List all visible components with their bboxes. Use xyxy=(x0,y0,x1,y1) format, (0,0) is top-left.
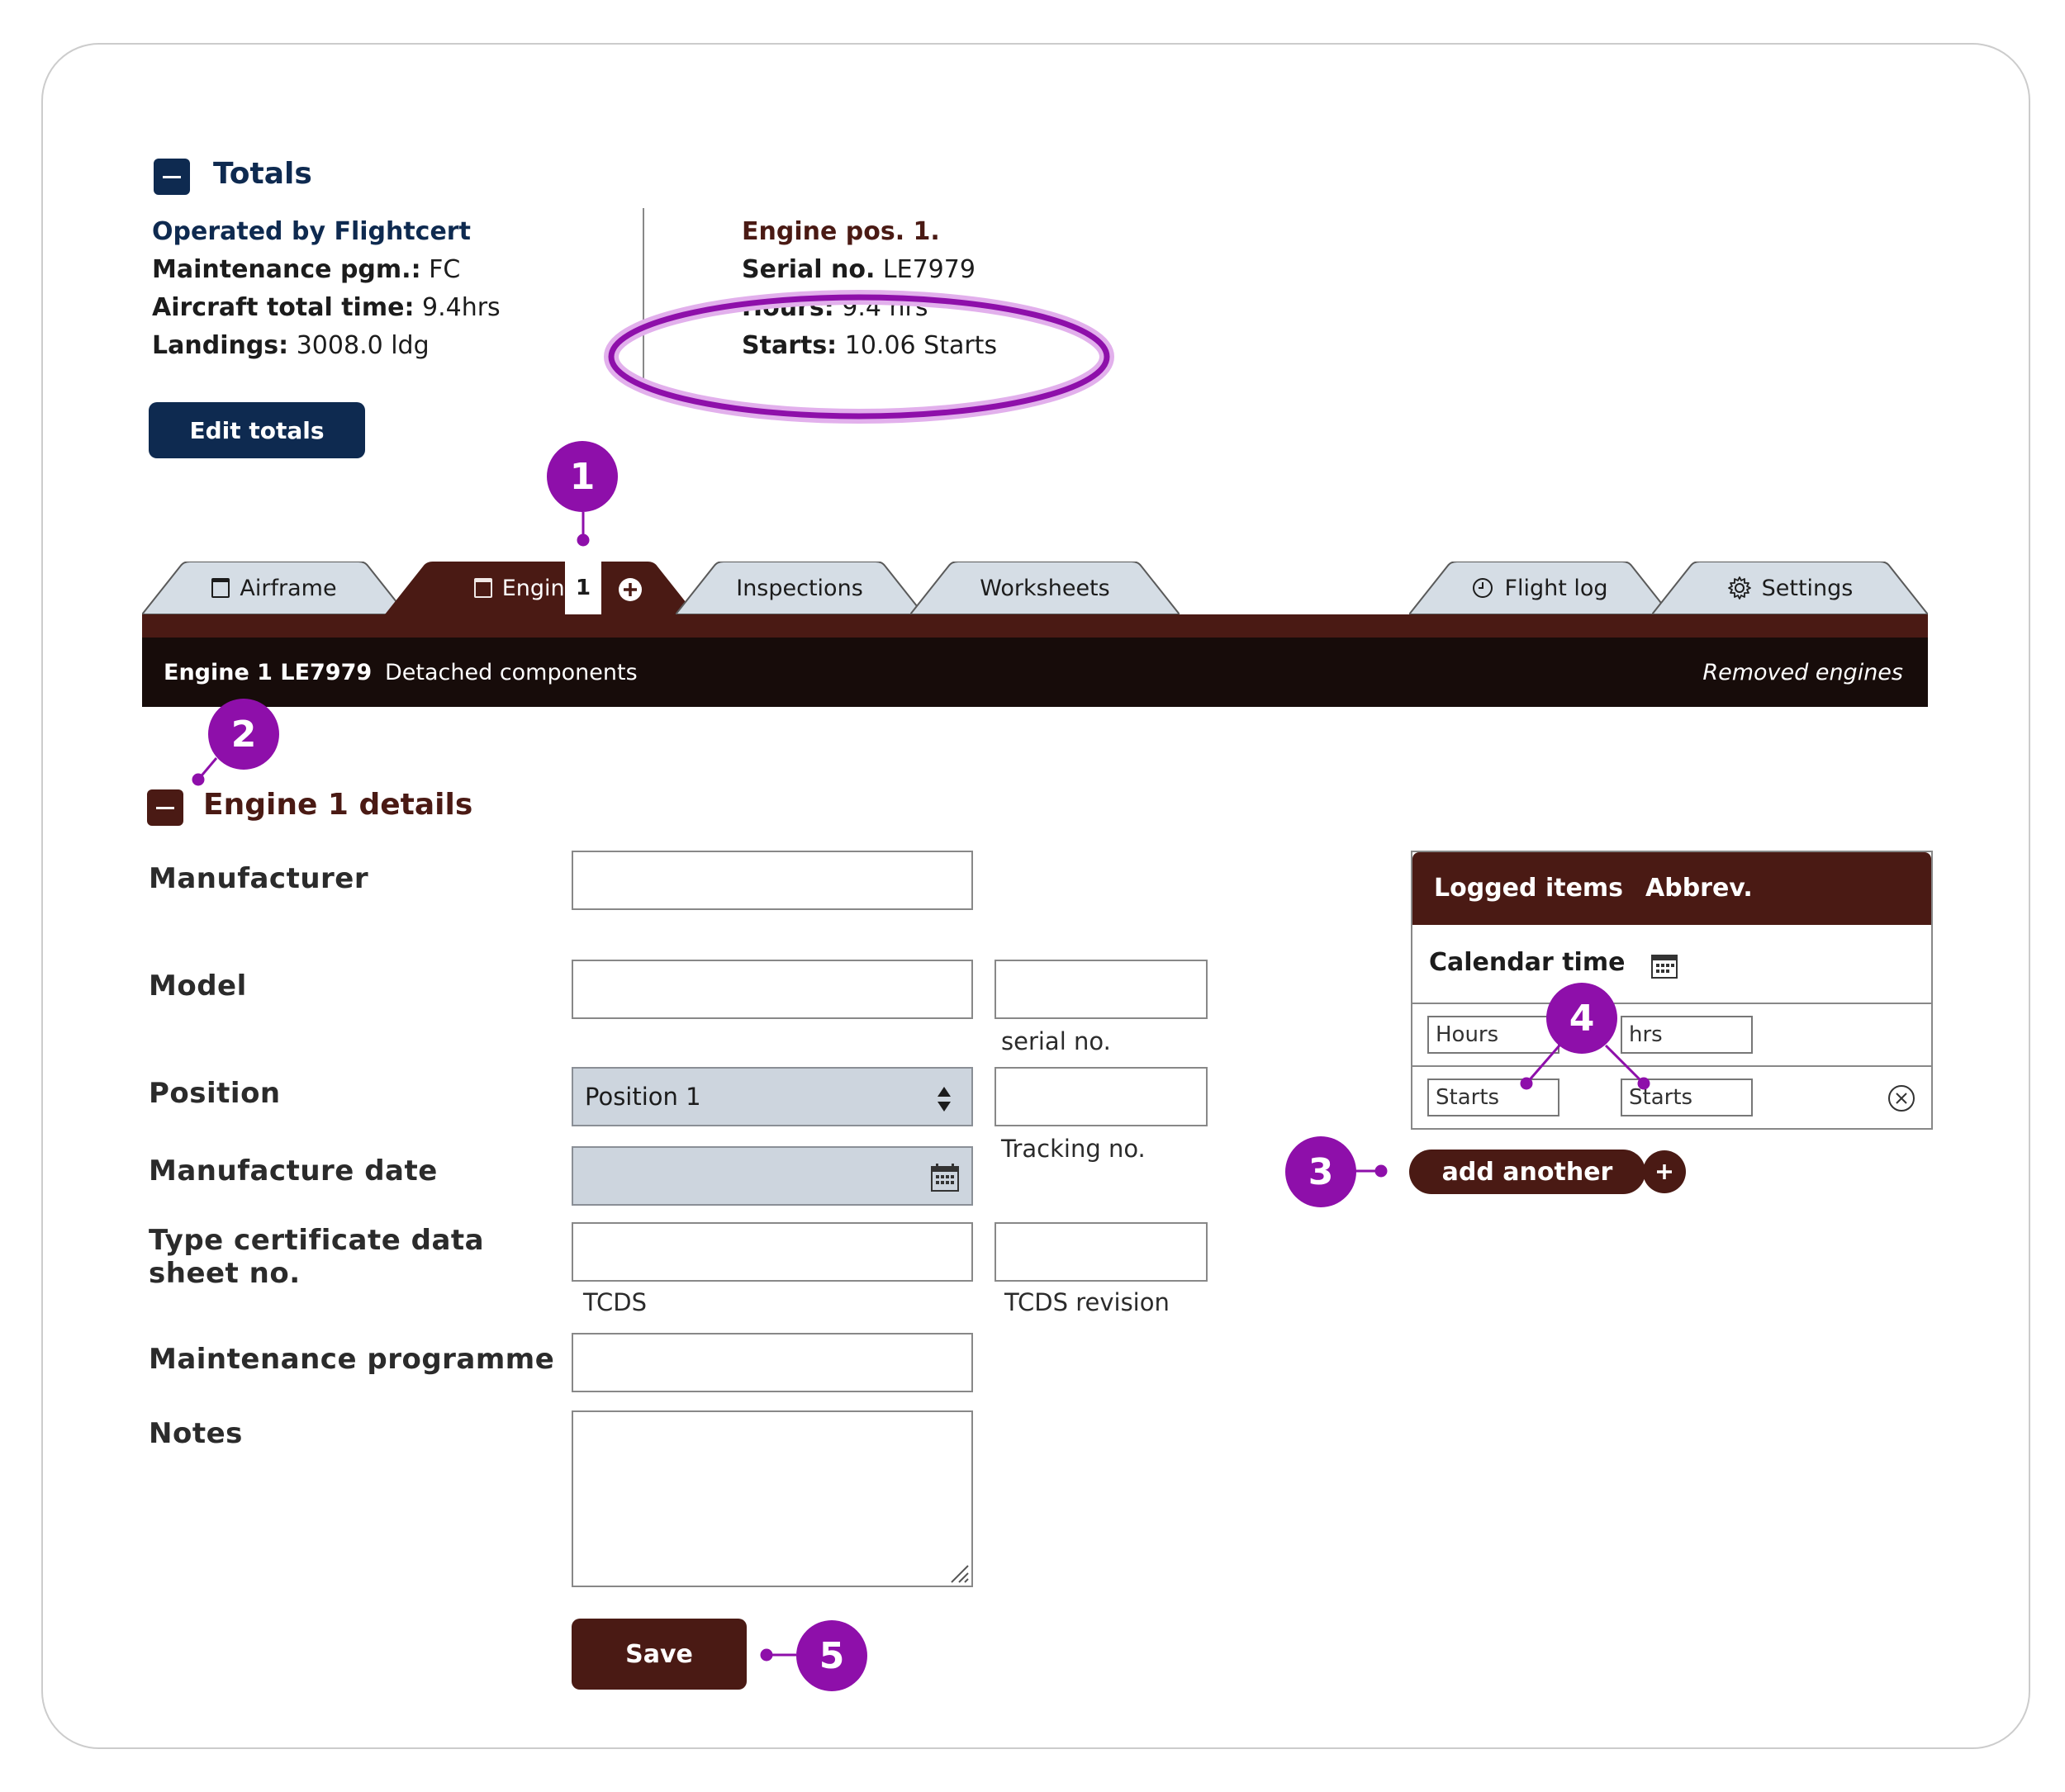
tab-flight-log-label: Flight log xyxy=(1504,575,1608,601)
tab-settings-label: Settings xyxy=(1761,575,1854,601)
tcds-revision-hint: TCDS revision xyxy=(1004,1288,1170,1316)
annotation-marker-4: 4 xyxy=(1546,983,1617,1054)
annotation-marker-2: 2 xyxy=(208,699,279,770)
tab-airframe-label: Airframe xyxy=(240,575,337,601)
resize-handle-icon[interactable] xyxy=(948,1562,970,1584)
annotation-marker-3: 3 xyxy=(1285,1136,1356,1207)
subnav-removed-engines[interactable]: Removed engines xyxy=(1702,638,1903,707)
engines-count-badge: 1 xyxy=(565,562,601,614)
position-label: Position xyxy=(149,1077,281,1110)
tab-worksheets[interactable]: Worksheets xyxy=(910,562,1180,614)
add-icon[interactable] xyxy=(1642,1150,1687,1194)
model-label: Model xyxy=(149,969,247,1003)
window-icon xyxy=(473,578,492,598)
tab-inspections-label: Inspections xyxy=(736,575,863,601)
aircraft-info: Operated by Flightcert Maintenance pgm.:… xyxy=(152,213,501,365)
landings: Landings: 3008.0 ldg xyxy=(152,331,430,360)
serial-number-input[interactable] xyxy=(995,960,1208,1019)
logged-item-input[interactable]: Hours xyxy=(1427,1016,1559,1054)
notes-label: Notes xyxy=(149,1417,243,1450)
calendar-time-row: Calendar time xyxy=(1412,925,1931,1004)
abbrev-input[interactable]: hrs xyxy=(1621,1016,1753,1054)
clock-icon xyxy=(1473,578,1493,598)
logged-row-starts: Starts Starts xyxy=(1412,1067,1931,1130)
minus-icon xyxy=(163,175,181,178)
save-button[interactable]: Save xyxy=(572,1619,747,1690)
engine-position: Engine pos. 1. xyxy=(742,217,940,246)
position-select-value: Position 1 xyxy=(585,1083,701,1111)
totals-title: Totals xyxy=(213,157,312,191)
maintenance-programme-label: Maintenance programme xyxy=(149,1343,555,1376)
tab-airframe[interactable]: Airframe xyxy=(142,562,406,614)
select-arrows-icon xyxy=(938,1087,951,1112)
logged-item-input[interactable]: Starts xyxy=(1427,1079,1559,1116)
serial-number-hint: serial no. xyxy=(1001,1027,1111,1055)
tab-settings[interactable]: Settings xyxy=(1652,562,1928,614)
collapse-totals-button[interactable] xyxy=(154,159,190,195)
gear-icon xyxy=(1727,576,1751,600)
add-engine-icon[interactable] xyxy=(617,576,643,603)
window-icon xyxy=(211,578,230,598)
add-another-button[interactable]: add another xyxy=(1409,1150,1645,1194)
operated-by: Operated by Flightcert xyxy=(152,217,471,246)
model-input[interactable] xyxy=(572,960,973,1019)
logged-items-table: Logged items Abbrev. Calendar time Hours… xyxy=(1411,851,1933,1130)
annotation-marker-5: 5 xyxy=(796,1620,867,1691)
tcds-label: Type certificate data sheet no. xyxy=(149,1224,485,1290)
remove-row-icon[interactable] xyxy=(1887,1083,1916,1113)
aircraft-total-time: Aircraft total time: 9.4hrs xyxy=(152,293,501,322)
details-title: Engine 1 details xyxy=(203,788,473,822)
position-select[interactable]: Position 1 xyxy=(572,1067,973,1126)
abbrev-column: Abbrev. xyxy=(1645,874,1753,903)
tab-flight-log[interactable]: Flight log xyxy=(1409,562,1670,614)
calendar-icon[interactable] xyxy=(930,1163,960,1192)
tcds-hint: TCDS xyxy=(583,1288,648,1316)
minus-icon xyxy=(156,806,174,809)
tracking-number-input[interactable] xyxy=(995,1067,1208,1126)
manufacture-date-label: Manufacture date xyxy=(149,1154,438,1188)
tab-worksheets-label: Worksheets xyxy=(980,575,1110,601)
manufacture-date-input[interactable] xyxy=(572,1146,973,1206)
maintenance-pgm: Maintenance pgm.: FC xyxy=(152,255,461,284)
annotation-marker-1: 1 xyxy=(547,441,618,512)
notes-textarea[interactable] xyxy=(572,1410,973,1587)
subnav-engine-1[interactable]: Engine 1 LE7979 xyxy=(164,638,372,707)
tab-engines[interactable]: Engines xyxy=(385,562,695,614)
maintenance-programme-input[interactable] xyxy=(572,1333,973,1392)
subnav-detached-components[interactable]: Detached components xyxy=(385,638,638,707)
highlight-ellipse xyxy=(604,290,1114,424)
tcds-input[interactable] xyxy=(572,1222,973,1282)
tab-inspections[interactable]: Inspections xyxy=(676,562,923,614)
logged-items-header: Logged items Abbrev. xyxy=(1412,852,1931,925)
tracking-number-hint: Tracking no. xyxy=(1001,1135,1146,1163)
edit-totals-button[interactable]: Edit totals xyxy=(149,402,365,458)
sub-navigation: Engine 1 LE7979 Detached components Remo… xyxy=(142,638,1928,707)
logged-row-hours: Hours hrs xyxy=(1412,1004,1931,1067)
calendar-time-label: Calendar time xyxy=(1429,948,1626,977)
manufacturer-input[interactable] xyxy=(572,851,973,910)
manufacturer-label: Manufacturer xyxy=(149,862,369,895)
collapse-details-button[interactable] xyxy=(147,789,183,826)
tcds-revision-input[interactable] xyxy=(995,1222,1208,1282)
logged-items-column: Logged items xyxy=(1434,874,1624,903)
tab-bar-strip xyxy=(142,614,1928,638)
abbrev-input[interactable]: Starts xyxy=(1621,1079,1753,1116)
calendar-icon xyxy=(1651,955,1678,979)
